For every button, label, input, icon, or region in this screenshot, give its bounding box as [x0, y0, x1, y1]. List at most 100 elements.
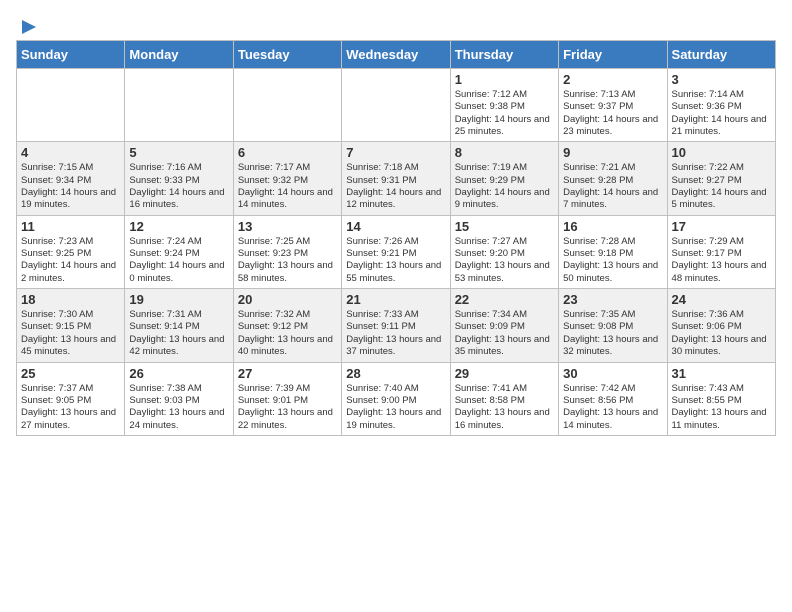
- calendar-cell: 22 Sunrise: 7:34 AM Sunset: 9:09 PM Dayli…: [450, 289, 558, 362]
- day-number: 8: [455, 145, 554, 160]
- calendar-cell: 25 Sunrise: 7:37 AM Sunset: 9:05 PM Dayli…: [17, 362, 125, 435]
- day-number: 25: [21, 366, 120, 381]
- day-info: Sunrise: 7:17 AM Sunset: 9:32 PM Dayligh…: [238, 162, 333, 210]
- calendar-cell: 3 Sunrise: 7:14 AM Sunset: 9:36 PM Daylig…: [667, 69, 775, 142]
- calendar-cell: 14 Sunrise: 7:26 AM Sunset: 9:21 PM Dayli…: [342, 215, 450, 288]
- day-number: 9: [563, 145, 662, 160]
- day-number: 30: [563, 366, 662, 381]
- calendar-cell: [125, 69, 233, 142]
- day-info: Sunrise: 7:34 AM Sunset: 9:09 PM Dayligh…: [455, 309, 550, 357]
- day-info: Sunrise: 7:13 AM Sunset: 9:37 PM Dayligh…: [563, 89, 658, 137]
- calendar-header-row: SundayMondayTuesdayWednesdayThursdayFrid…: [17, 41, 776, 69]
- calendar-cell: 28Sunrise: 7:40 AM Sunset: 9:00 PM Dayli…: [342, 362, 450, 435]
- calendar-cell: 30 Sunrise: 7:42 AM Sunset: 8:56 PM Dayli…: [559, 362, 667, 435]
- day-number: 2: [563, 72, 662, 87]
- day-info: Sunrise: 7:43 AM Sunset: 8:55 PM Dayligh…: [672, 383, 767, 431]
- day-info: Sunrise: 7:30 AM Sunset: 9:15 PM Dayligh…: [21, 309, 116, 357]
- day-info: Sunrise: 7:12 AM Sunset: 9:38 PM Dayligh…: [455, 89, 550, 137]
- day-number: 3: [672, 72, 771, 87]
- logo-icon: [18, 16, 40, 38]
- day-header-tuesday: Tuesday: [233, 41, 341, 69]
- day-info: Sunrise: 7:25 AM Sunset: 9:23 PM Dayligh…: [238, 236, 333, 284]
- day-number: 15: [455, 219, 554, 234]
- day-number: 23: [563, 292, 662, 307]
- day-header-friday: Friday: [559, 41, 667, 69]
- day-number: 21: [346, 292, 445, 307]
- calendar-cell: 4Sunrise: 7:15 AM Sunset: 9:34 PM Daylig…: [17, 142, 125, 215]
- day-number: 24: [672, 292, 771, 307]
- calendar-cell: 10Sunrise: 7:22 AM Sunset: 9:27 PM Dayli…: [667, 142, 775, 215]
- calendar-cell: 19Sunrise: 7:31 AM Sunset: 9:14 PM Dayli…: [125, 289, 233, 362]
- calendar-week-5: 25 Sunrise: 7:37 AM Sunset: 9:05 PM Dayli…: [17, 362, 776, 435]
- day-number: 7: [346, 145, 445, 160]
- day-number: 29: [455, 366, 554, 381]
- day-number: 5: [129, 145, 228, 160]
- page-header: [16, 16, 776, 32]
- day-number: 27: [238, 366, 337, 381]
- day-info: Sunrise: 7:35 AM Sunset: 9:08 PM Dayligh…: [563, 309, 658, 357]
- day-number: 31: [672, 366, 771, 381]
- calendar-cell: 2 Sunrise: 7:13 AM Sunset: 9:37 PM Daylig…: [559, 69, 667, 142]
- day-info: Sunrise: 7:37 AM Sunset: 9:05 PM Dayligh…: [21, 383, 116, 431]
- day-number: 22: [455, 292, 554, 307]
- day-number: 16: [563, 219, 662, 234]
- calendar-cell: 11Sunrise: 7:23 AM Sunset: 9:25 PM Dayli…: [17, 215, 125, 288]
- day-info: Sunrise: 7:21 AM Sunset: 9:28 PM Dayligh…: [563, 162, 658, 210]
- day-info: Sunrise: 7:18 AM Sunset: 9:31 PM Dayligh…: [346, 162, 441, 210]
- calendar-week-4: 18 Sunrise: 7:30 AM Sunset: 9:15 PM Dayli…: [17, 289, 776, 362]
- calendar-cell: 18 Sunrise: 7:30 AM Sunset: 9:15 PM Dayli…: [17, 289, 125, 362]
- calendar-cell: 7 Sunrise: 7:18 AM Sunset: 9:31 PM Daylig…: [342, 142, 450, 215]
- day-info: Sunrise: 7:27 AM Sunset: 9:20 PM Dayligh…: [455, 236, 550, 284]
- day-number: 20: [238, 292, 337, 307]
- day-info: Sunrise: 7:29 AM Sunset: 9:17 PM Dayligh…: [672, 236, 767, 284]
- day-info: Sunrise: 7:42 AM Sunset: 8:56 PM Dayligh…: [563, 383, 658, 431]
- calendar-cell: 13 Sunrise: 7:25 AM Sunset: 9:23 PM Dayli…: [233, 215, 341, 288]
- calendar-week-2: 4Sunrise: 7:15 AM Sunset: 9:34 PM Daylig…: [17, 142, 776, 215]
- calendar-cell: 21 Sunrise: 7:33 AM Sunset: 9:11 PM Dayli…: [342, 289, 450, 362]
- calendar-cell: 17 Sunrise: 7:29 AM Sunset: 9:17 PM Dayli…: [667, 215, 775, 288]
- day-header-saturday: Saturday: [667, 41, 775, 69]
- day-info: Sunrise: 7:39 AM Sunset: 9:01 PM Dayligh…: [238, 383, 333, 431]
- calendar-week-1: 1Sunrise: 7:12 AM Sunset: 9:38 PM Daylig…: [17, 69, 776, 142]
- day-info: Sunrise: 7:26 AM Sunset: 9:21 PM Dayligh…: [346, 236, 441, 284]
- day-info: Sunrise: 7:32 AM Sunset: 9:12 PM Dayligh…: [238, 309, 333, 357]
- calendar-cell: [233, 69, 341, 142]
- day-info: Sunrise: 7:40 AM Sunset: 9:00 PM Dayligh…: [346, 383, 441, 431]
- day-info: Sunrise: 7:36 AM Sunset: 9:06 PM Dayligh…: [672, 309, 767, 357]
- logo: [16, 16, 40, 32]
- day-number: 19: [129, 292, 228, 307]
- day-number: 6: [238, 145, 337, 160]
- calendar-cell: 16 Sunrise: 7:28 AM Sunset: 9:18 PM Dayli…: [559, 215, 667, 288]
- calendar-cell: [17, 69, 125, 142]
- calendar-cell: 5 Sunrise: 7:16 AM Sunset: 9:33 PM Daylig…: [125, 142, 233, 215]
- day-info: Sunrise: 7:41 AM Sunset: 8:58 PM Dayligh…: [455, 383, 550, 431]
- day-number: 14: [346, 219, 445, 234]
- day-info: Sunrise: 7:22 AM Sunset: 9:27 PM Dayligh…: [672, 162, 767, 210]
- day-info: Sunrise: 7:33 AM Sunset: 9:11 PM Dayligh…: [346, 309, 441, 357]
- day-info: Sunrise: 7:16 AM Sunset: 9:33 PM Dayligh…: [129, 162, 224, 210]
- day-info: Sunrise: 7:15 AM Sunset: 9:34 PM Dayligh…: [21, 162, 116, 210]
- day-info: Sunrise: 7:24 AM Sunset: 9:24 PM Dayligh…: [129, 236, 224, 284]
- calendar-cell: 15 Sunrise: 7:27 AM Sunset: 9:20 PM Dayli…: [450, 215, 558, 288]
- day-header-wednesday: Wednesday: [342, 41, 450, 69]
- day-number: 17: [672, 219, 771, 234]
- calendar-cell: 8 Sunrise: 7:19 AM Sunset: 9:29 PM Daylig…: [450, 142, 558, 215]
- day-info: Sunrise: 7:28 AM Sunset: 9:18 PM Dayligh…: [563, 236, 658, 284]
- calendar-cell: 31 Sunrise: 7:43 AM Sunset: 8:55 PM Dayli…: [667, 362, 775, 435]
- calendar-cell: [342, 69, 450, 142]
- calendar-table: SundayMondayTuesdayWednesdayThursdayFrid…: [16, 40, 776, 436]
- day-info: Sunrise: 7:14 AM Sunset: 9:36 PM Dayligh…: [672, 89, 767, 137]
- calendar-cell: 1Sunrise: 7:12 AM Sunset: 9:38 PM Daylig…: [450, 69, 558, 142]
- day-info: Sunrise: 7:19 AM Sunset: 9:29 PM Dayligh…: [455, 162, 550, 210]
- day-number: 18: [21, 292, 120, 307]
- calendar-cell: 27 Sunrise: 7:39 AM Sunset: 9:01 PM Dayli…: [233, 362, 341, 435]
- day-number: 13: [238, 219, 337, 234]
- day-header-thursday: Thursday: [450, 41, 558, 69]
- day-info: Sunrise: 7:38 AM Sunset: 9:03 PM Dayligh…: [129, 383, 224, 431]
- calendar-cell: 9 Sunrise: 7:21 AM Sunset: 9:28 PM Daylig…: [559, 142, 667, 215]
- day-number: 26: [129, 366, 228, 381]
- day-number: 11: [21, 219, 120, 234]
- calendar-cell: 12Sunrise: 7:24 AM Sunset: 9:24 PM Dayli…: [125, 215, 233, 288]
- day-header-monday: Monday: [125, 41, 233, 69]
- calendar-cell: 29 Sunrise: 7:41 AM Sunset: 8:58 PM Dayli…: [450, 362, 558, 435]
